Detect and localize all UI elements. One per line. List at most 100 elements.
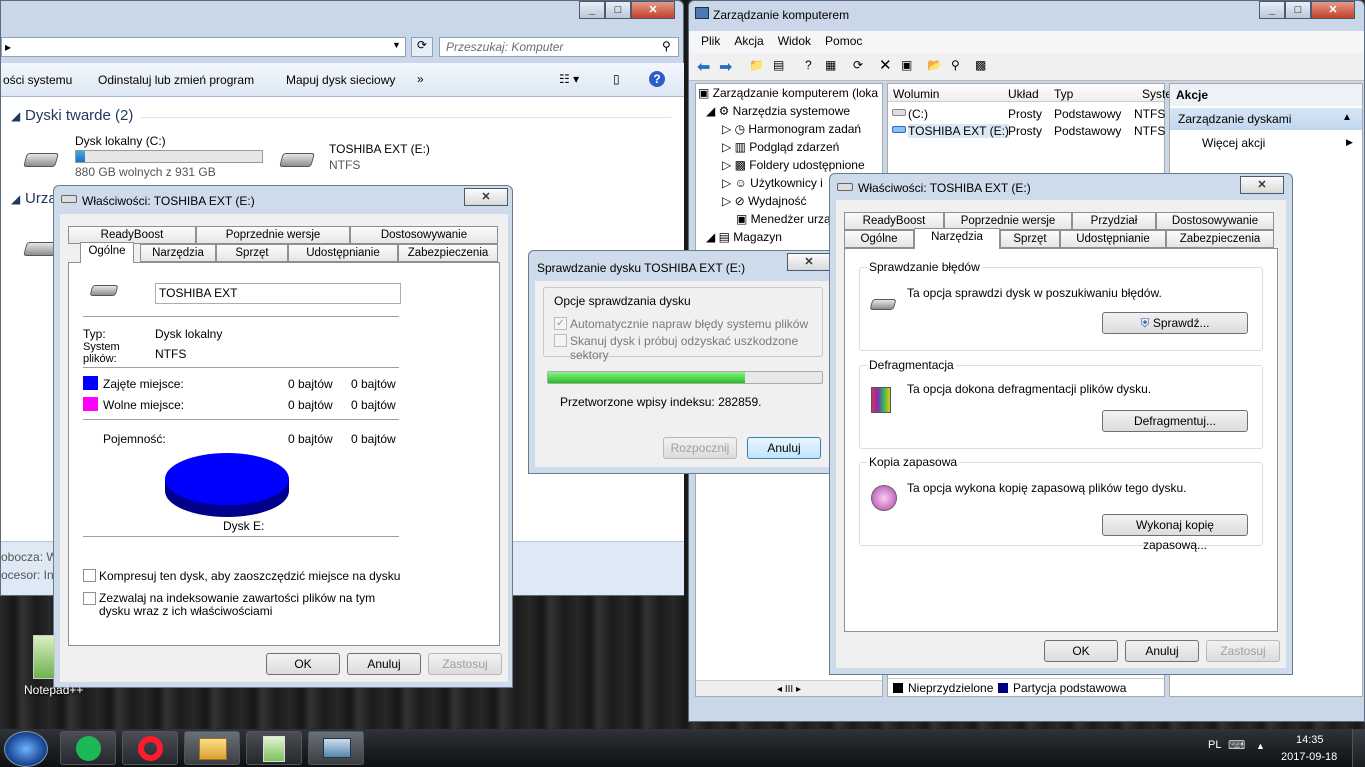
search-icon[interactable]: ⚲ <box>951 58 960 72</box>
view-options-icon[interactable]: ☷ ▾ <box>559 72 579 86</box>
collapse-icon[interactable]: ◢ <box>11 192 20 206</box>
ok-button[interactable]: OK <box>1044 640 1118 662</box>
tree-item-system-tools[interactable]: ◢ ⚙ Narzędzia systemowe <box>696 102 882 120</box>
delete-icon[interactable]: ✕ <box>879 56 892 74</box>
menu-file[interactable]: Plik <box>701 34 720 48</box>
tab-hardware[interactable]: Sprzęt <box>216 244 288 262</box>
menu-help[interactable]: Pomoc <box>825 34 862 48</box>
apply-button[interactable]: Zastosuj <box>1206 640 1280 662</box>
col-volume[interactable]: Wolumin <box>893 87 939 101</box>
tab-tools[interactable]: Narzędzia <box>140 244 216 262</box>
tab-customize[interactable]: Dostosowywanie <box>350 226 498 244</box>
close-icon[interactable]: ✕ <box>1240 176 1284 194</box>
tree-item-shared-folders[interactable]: ▷ ▩ Foldery udostępnione <box>696 156 882 174</box>
close-icon[interactable]: ✕ <box>1311 1 1355 19</box>
actions-more[interactable]: Więcej akcji <box>1202 136 1265 150</box>
language-indicator[interactable]: PL <box>1208 739 1221 751</box>
tab-sharing[interactable]: Udostępnianie <box>1060 230 1166 248</box>
taskbar-explorer[interactable] <box>184 731 240 765</box>
start-button[interactable]: Rozpocznij <box>663 437 737 459</box>
cancel-button[interactable]: Anuluj <box>747 437 821 459</box>
tab-security[interactable]: Zabezpieczenia <box>398 244 498 262</box>
search-input[interactable]: Przeszukaj: Komputer ⚲ <box>439 37 679 57</box>
back-arrow-icon[interactable]: ⬅ <box>697 57 710 77</box>
tab-hardware[interactable]: Sprzęt <box>1000 230 1060 248</box>
section-devices[interactable]: Urzą <box>25 190 57 207</box>
index-checkbox[interactable] <box>83 592 96 605</box>
clock-date[interactable]: 2017-09-18 <box>1281 751 1337 763</box>
cmd-system-props[interactable]: ości systemu <box>3 73 72 87</box>
tab-previous-versions[interactable]: Poprzednie wersje <box>196 226 350 244</box>
section-hard-drives[interactable]: Dyski twarde (2) <box>25 107 133 124</box>
auto-fix-checkbox[interactable]: ✓ <box>554 317 567 330</box>
cancel-button[interactable]: Anuluj <box>347 653 421 675</box>
notepad-label[interactable]: Notepad++ <box>24 683 83 697</box>
check-now-button[interactable]: ⛨ Sprawdź... <box>1102 312 1248 334</box>
defragment-button[interactable]: Defragmentuj... <box>1102 410 1248 432</box>
tab-sharing[interactable]: Udostępnianie <box>288 244 398 262</box>
notepad-plus-plus-icon[interactable] <box>33 635 55 679</box>
tree-hscroll[interactable]: ◂ III ▸ <box>696 680 882 696</box>
help-icon[interactable]: ? <box>649 71 665 87</box>
backup-now-button[interactable]: Wykonaj kopię zapasową... <box>1102 514 1248 552</box>
table-row[interactable]: (C:) Prosty Podstawowy NTFS <box>888 105 1165 122</box>
properties-icon[interactable]: ▦ <box>825 58 836 72</box>
settings-icon[interactable]: ▣ <box>901 58 912 72</box>
drive-e-name[interactable]: TOSHIBA EXT (E:) <box>329 142 430 156</box>
tab-general[interactable]: Ogólne <box>80 242 134 263</box>
tab-customize[interactable]: Dostosowywanie <box>1156 212 1274 230</box>
close-icon[interactable]: ✕ <box>464 188 508 206</box>
tree-item-task-scheduler[interactable]: ▷ ◷ Harmonogram zadań <box>696 120 882 138</box>
chevron-down-icon[interactable]: ▼ <box>392 40 401 50</box>
menu-action[interactable]: Akcja <box>734 34 763 48</box>
cmd-uninstall[interactable]: Odinstaluj lub zmień program <box>98 73 254 87</box>
col-layout[interactable]: Układ <box>1008 87 1039 101</box>
refresh-icon[interactable]: ⟳ <box>853 58 863 72</box>
start-button[interactable] <box>4 731 48 767</box>
taskbar-spotify[interactable] <box>60 731 116 765</box>
tab-security[interactable]: Zabezpieczenia <box>1166 230 1274 248</box>
taskbar-notepad-plus-plus[interactable] <box>246 731 302 765</box>
taskbar-opera[interactable] <box>122 731 178 765</box>
minimize-icon[interactable]: _ <box>579 1 605 19</box>
drive-c-name[interactable]: Dysk lokalny (C:) <box>75 134 166 148</box>
tab-quota[interactable]: Przydział <box>1072 212 1156 230</box>
show-desktop-button[interactable] <box>1352 729 1365 767</box>
tree-item-event-viewer[interactable]: ▷ ▥ Podgląd zdarzeń <box>696 138 882 156</box>
table-row[interactable]: TOSHIBA EXT (E:) Prosty Podstawowy NTFS <box>888 122 1165 139</box>
show-hidden-icons-icon[interactable]: ▲ <box>1256 741 1265 751</box>
close-icon[interactable]: ✕ <box>787 253 831 271</box>
show-tree-icon[interactable]: ▤ <box>773 58 784 72</box>
menu-view[interactable]: Widok <box>778 34 811 48</box>
col-type[interactable]: Typ <box>1054 87 1073 101</box>
cancel-button[interactable]: Anuluj <box>1125 640 1199 662</box>
cmd-map-drive[interactable]: Mapuj dysk sieciowy <box>286 73 395 87</box>
scan-sectors-checkbox[interactable] <box>554 334 567 347</box>
address-bar[interactable]: ▸ ▼ <box>1 37 406 57</box>
volume-label-input[interactable]: TOSHIBA EXT <box>155 283 401 304</box>
ok-button[interactable]: OK <box>266 653 340 675</box>
tab-tools[interactable]: Narzędzia <box>914 228 1000 249</box>
collapse-icon[interactable]: ◢ <box>11 109 20 123</box>
open-icon[interactable]: 📂 <box>927 58 942 72</box>
tree-item-root[interactable]: ▣ Zarządzanie komputerem (loka <box>696 84 882 102</box>
clock-time[interactable]: 14:35 <box>1296 734 1324 746</box>
close-icon[interactable]: ✕ <box>631 1 675 19</box>
minimize-icon[interactable]: _ <box>1259 1 1285 19</box>
forward-arrow-icon[interactable]: ➡ <box>719 57 732 77</box>
compress-checkbox[interactable] <box>83 569 96 582</box>
apply-button[interactable]: Zastosuj <box>428 653 502 675</box>
toolbox-icon[interactable]: ▩ <box>975 58 986 72</box>
taskbar-computer-management[interactable] <box>308 731 364 765</box>
maximize-icon[interactable]: □ <box>1285 1 1311 19</box>
cmd-more[interactable]: » <box>417 72 424 86</box>
preview-pane-icon[interactable]: ▯ <box>613 72 620 86</box>
help-icon[interactable]: ? <box>805 58 812 72</box>
actions-disk-management[interactable]: Zarządzanie dyskami ▲ <box>1170 108 1362 130</box>
keyboard-icon[interactable]: ⌨ <box>1228 738 1245 752</box>
refresh-icon[interactable]: ⟳ <box>411 37 433 57</box>
maximize-icon[interactable]: □ <box>605 1 631 19</box>
up-folder-icon[interactable]: 📁 <box>749 58 764 72</box>
collapse-up-icon[interactable]: ▲ <box>1342 112 1352 123</box>
tab-general[interactable]: Ogólne <box>844 230 914 248</box>
